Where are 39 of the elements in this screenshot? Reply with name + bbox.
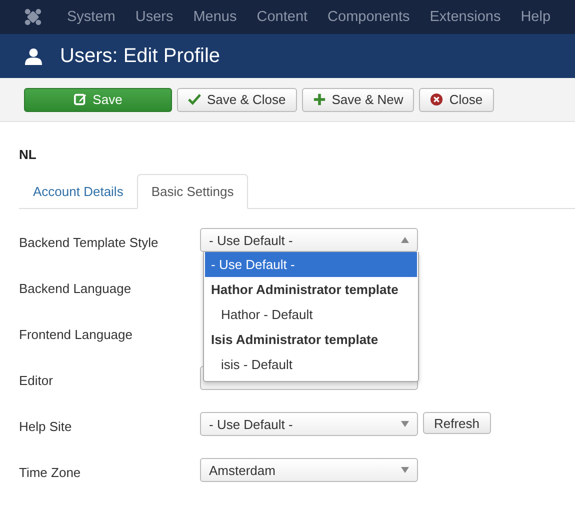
caret-icon — [401, 467, 409, 473]
plus-icon — [312, 93, 326, 106]
select-field[interactable]: - Use Default - — [200, 228, 418, 252]
menu-item[interactable]: Help — [510, 9, 561, 25]
toolbar-button[interactable]: Save & New — [302, 88, 414, 112]
field-label: Backend Language — [19, 280, 132, 296]
caret-icon — [401, 421, 409, 427]
dropdown-option[interactable]: Hathor - Default — [205, 302, 417, 327]
edit-icon — [74, 93, 87, 106]
select-field[interactable]: Amsterdam — [200, 458, 418, 482]
caret-icon — [401, 237, 409, 243]
user-icon — [25, 48, 42, 64]
field-label: Time Zone — [19, 464, 82, 480]
menu-item[interactable]: System — [57, 9, 126, 25]
toolbar-button[interactable]: Save & Close — [177, 88, 297, 112]
page-title: Users: Edit Profile — [60, 44, 220, 68]
field-label: Help Site — [19, 418, 73, 434]
close-icon — [430, 93, 444, 106]
toolbar-button[interactable]: Close — [419, 88, 494, 112]
menu-item[interactable]: Menus — [183, 9, 247, 25]
field-label: Editor — [19, 372, 54, 388]
menu-item[interactable]: Content — [246, 9, 318, 25]
menu-item[interactable]: Extensions — [420, 9, 511, 25]
toolbar-button[interactable]: Save — [24, 88, 172, 112]
menu-item[interactable]: Components — [318, 9, 420, 25]
logo-icon[interactable] — [24, 8, 42, 26]
select-field[interactable]: - Use Default - — [200, 412, 418, 436]
dropdown-option[interactable]: - Use Default - — [205, 252, 417, 277]
field-label: Frontend Language — [19, 326, 134, 342]
tab[interactable]: Basic Settings — [137, 174, 248, 209]
option-group-label: Hathor Administrator template — [210, 281, 400, 299]
menu-item[interactable]: Users — [125, 9, 184, 25]
tab[interactable]: Account Details — [19, 174, 138, 209]
check-icon — [188, 93, 201, 106]
field-label: Backend Template Style — [19, 234, 160, 250]
section-title: NL — [19, 147, 38, 162]
dropdown-option[interactable]: isis - Default — [205, 352, 417, 377]
option-group-label: Isis Administrator template — [210, 331, 380, 349]
refresh-button[interactable]: Refresh — [423, 412, 491, 434]
